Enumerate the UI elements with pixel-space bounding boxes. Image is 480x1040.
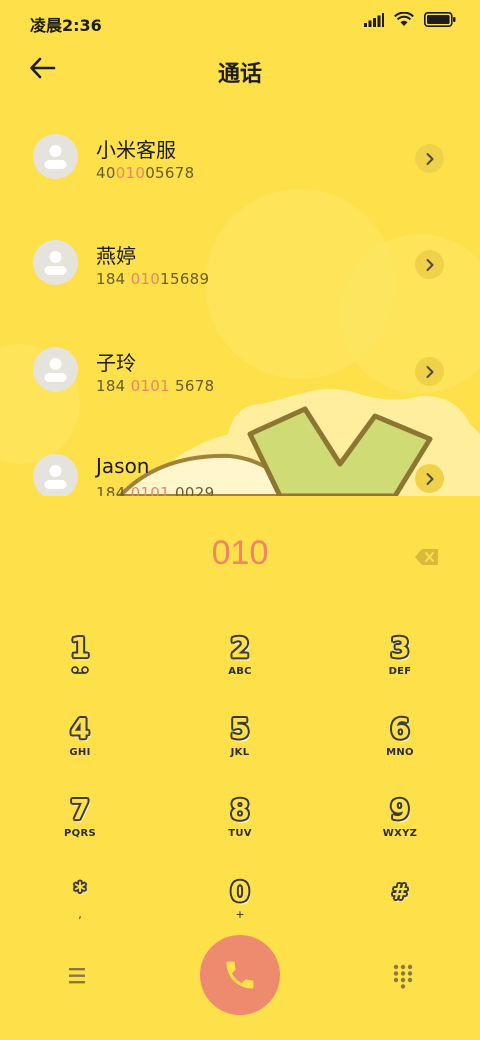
menu-button[interactable] bbox=[66, 965, 90, 987]
key-letters: , bbox=[78, 908, 82, 921]
person-icon bbox=[44, 465, 67, 489]
key-digit: 1 bbox=[70, 631, 90, 664]
key-letters: + bbox=[235, 908, 245, 921]
key-2[interactable]: 2 ABC bbox=[170, 630, 310, 700]
key-digit: 0 bbox=[230, 875, 250, 908]
page-title: 通话 bbox=[217, 62, 262, 87]
person-icon bbox=[44, 145, 67, 169]
key-3[interactable]: 3 DEF bbox=[330, 630, 470, 700]
key-digit: 8 bbox=[230, 793, 250, 826]
contact-row[interactable]: 小米客服 4001005678 bbox=[0, 104, 480, 210]
voicemail-icon bbox=[71, 666, 89, 674]
key-1[interactable]: 1 bbox=[10, 630, 150, 700]
avatar bbox=[33, 347, 78, 392]
key-letters: DEF bbox=[388, 666, 412, 677]
avatar bbox=[33, 240, 78, 285]
key-6[interactable]: 6 MNO bbox=[330, 711, 470, 781]
status-icons bbox=[364, 12, 456, 27]
dialpad-toggle-button[interactable] bbox=[392, 963, 414, 989]
call-button[interactable] bbox=[200, 935, 280, 1015]
key-digit: # bbox=[391, 880, 409, 904]
dial-display: 010 bbox=[0, 530, 480, 590]
key-digit: 3 bbox=[390, 631, 410, 664]
key-letters: PQRS bbox=[64, 828, 96, 839]
battery-icon bbox=[424, 12, 456, 27]
chevron-right-icon bbox=[426, 365, 433, 378]
key-9[interactable]: 9 WXYZ bbox=[330, 792, 470, 862]
status-time: 凌晨2:36 bbox=[30, 16, 102, 35]
key-digit: 2 bbox=[230, 631, 250, 664]
key-7[interactable]: 7 PQRS bbox=[10, 792, 150, 862]
key-star[interactable]: * , bbox=[10, 874, 150, 944]
avatar bbox=[33, 454, 78, 496]
phone-icon bbox=[226, 961, 254, 989]
contact-name: 燕婷 bbox=[96, 244, 136, 268]
contact-row[interactable]: 子玲 184 0101 5678 bbox=[0, 317, 480, 423]
avatar bbox=[33, 134, 78, 179]
key-letters: JKL bbox=[230, 747, 250, 758]
key-5[interactable]: 5 JKL bbox=[170, 711, 310, 781]
backspace-button[interactable] bbox=[414, 547, 440, 567]
status-bar: 凌晨2:36 bbox=[0, 0, 480, 42]
key-digit: 9 bbox=[390, 793, 410, 826]
key-digit: 4 bbox=[70, 712, 90, 745]
key-letters: ABC bbox=[228, 666, 252, 677]
contact-detail-button[interactable] bbox=[415, 144, 444, 173]
menu-icon bbox=[69, 968, 85, 984]
contact-name: 子玲 bbox=[96, 351, 136, 375]
wifi-icon bbox=[394, 12, 414, 26]
key-digit: 7 bbox=[70, 793, 90, 826]
contact-number: 184 01015689 bbox=[96, 270, 210, 288]
chevron-right-icon bbox=[426, 152, 433, 165]
backspace-icon bbox=[415, 549, 438, 565]
contact-number: 184 0101 0029 bbox=[96, 484, 215, 496]
chevron-right-icon bbox=[426, 258, 433, 271]
signal-icon bbox=[364, 12, 384, 27]
key-letters: MNO bbox=[386, 747, 414, 758]
bottom-bar bbox=[0, 935, 480, 1017]
contact-detail-button[interactable] bbox=[415, 250, 444, 279]
key-0[interactable]: 0 + bbox=[170, 874, 310, 944]
contact-number: 4001005678 bbox=[96, 164, 195, 182]
key-digit: 5 bbox=[230, 712, 250, 745]
key-8[interactable]: 8 TUV bbox=[170, 792, 310, 862]
key-letters: GHI bbox=[69, 747, 91, 758]
person-icon bbox=[44, 358, 67, 382]
contact-row[interactable]: 燕婷 184 01015689 bbox=[0, 210, 480, 316]
contact-row[interactable]: Jason 184 0101 0029 bbox=[0, 424, 480, 496]
contact-number: 184 0101 5678 bbox=[96, 377, 215, 395]
key-hash[interactable]: # bbox=[330, 874, 470, 944]
key-letters: TUV bbox=[228, 828, 252, 839]
key-digit: * bbox=[74, 879, 86, 904]
header: 通话 bbox=[0, 42, 480, 98]
contact-detail-button[interactable] bbox=[415, 357, 444, 386]
contact-name: Jason bbox=[96, 454, 150, 478]
key-letters: WXYZ bbox=[382, 828, 418, 839]
chevron-right-icon bbox=[426, 472, 433, 485]
dialpad-icon bbox=[393, 964, 413, 989]
dial-input[interactable]: 010 bbox=[0, 534, 480, 573]
contact-detail-button[interactable] bbox=[415, 464, 444, 493]
key-digit: 6 bbox=[390, 712, 410, 745]
key-4[interactable]: 4 GHI bbox=[10, 711, 150, 781]
person-icon bbox=[44, 251, 67, 275]
contact-name: 小米客服 bbox=[96, 138, 176, 162]
contact-list[interactable]: 小米客服 4001005678 燕婷 184 01015689 子玲 184 0… bbox=[0, 104, 480, 496]
